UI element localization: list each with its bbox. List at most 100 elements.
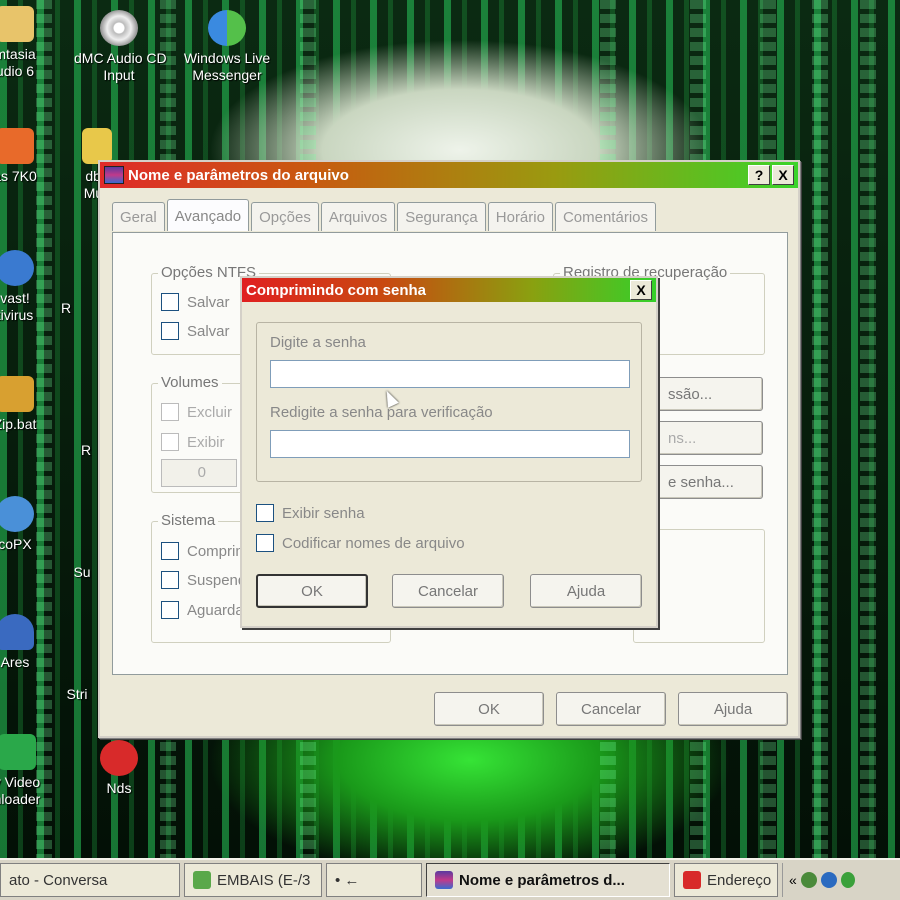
volumes-option-2[interactable]: Exibir [161,433,225,451]
taskbar: ato - Conversa EMBAIS (E-/3 • ← Nome e p… [0,858,900,900]
desktop-icon-label: R [60,300,72,316]
main-titlebar[interactable]: Nome e parâmetros do arquivo ? X [100,162,798,188]
reenter-password-label: Redigite a senha para verificação [270,404,493,421]
taskbar-item-media[interactable]: • ← [326,863,422,897]
taskbar-item-label: Nome e parâmetros d... [459,871,625,889]
checkbox[interactable] [161,403,179,421]
taskbar-item-label: ato - Conversa [9,871,108,889]
desktop-icon-dmc-audio[interactable]: dMC Audio CD Input [74,10,167,84]
desktop-icon-label: Ares [0,654,30,670]
desktop-icon-label: R [80,442,92,458]
checkbox[interactable] [161,571,179,589]
taskbar-item-address[interactable]: Endereço [674,863,778,897]
address-icon [683,871,701,889]
taskbar-item-label: EMBAIS (E-/3 [217,871,311,889]
avast-icon [0,250,34,286]
password-ok-button[interactable]: OK [256,574,368,608]
volumes-option-2-label: Exibir [187,433,225,451]
tab-seguranca[interactable]: Segurança [397,202,486,231]
reenter-password-input[interactable] [270,430,630,458]
tab-arquivos[interactable]: Arquivos [320,202,396,231]
desktop-icon-su[interactable]: Su [62,564,102,581]
desktop-icon-label: Su [73,564,91,580]
volumes-group-label: Volumes [158,374,222,391]
desktop-icon-camtasia[interactable]: mtasia udio 6 [0,6,60,80]
main-dialog-title: Nome e parâmetros do arquivo [128,166,349,184]
desktop-icon-video-downloader[interactable]: y Video nloader [0,734,62,808]
taskbar-item-embais[interactable]: EMBAIS (E-/3 [184,863,322,897]
desktop-icon-stri[interactable]: Stri [52,686,102,703]
enter-password-label: Digite a senha [270,334,366,351]
desktop-icon-label: y Video nloader [0,774,41,807]
system-tray: « [782,863,900,897]
volumes-option-1[interactable]: Excluir [161,403,232,421]
encrypt-names-option[interactable]: Codificar nomes de arquivo [256,534,465,552]
tab-opcoes[interactable]: Opções [251,202,319,231]
desktop-icon-label: Zip.bat [0,416,37,432]
desktop-icon-ares[interactable]: Ares [0,614,60,671]
download-icon [0,734,36,770]
tray-shield-icon[interactable] [800,872,817,888]
close-title-button[interactable]: X [772,165,794,185]
main-cancel-button[interactable]: Cancelar [556,692,666,726]
volumes-option-1-label: Excluir [187,403,233,421]
desktop-icon-copx[interactable]: coPX [0,496,60,553]
encrypt-names-label: Codificar nomes de arquivo [282,534,465,552]
password-cancel-button[interactable]: Cancelar [392,574,504,608]
tab-geral[interactable]: Geral [112,202,165,231]
ares-icon [0,614,34,650]
ntfs-option-2-label: Salvar [187,322,230,340]
ntfs-option-1[interactable]: Salvar [161,293,230,311]
checkbox[interactable] [161,322,179,340]
help-title-button[interactable]: ? [748,165,770,185]
taskbar-item-winrar-dialog[interactable]: Nome e parâmetros d... [426,863,670,897]
desktop-icon-as7k0[interactable]: as 7K0 [0,128,60,185]
nds-icon [100,740,138,776]
desktop-icon-messenger[interactable]: Windows Live Messenger [182,10,272,84]
system-option-3[interactable]: Aguardar [161,601,249,619]
checkbox[interactable] [161,542,179,560]
password-help-button[interactable]: Ajuda [530,574,642,608]
tab-strip: Geral Avançado Opções Arquivos Segurança… [112,199,658,231]
desktop-icon-label: Nds [106,780,132,796]
tab-horario[interactable]: Horário [487,202,553,231]
camtasia-icon [0,6,34,42]
ntfs-option-1-label: Salvar [187,293,230,311]
tray-network-icon[interactable] [820,872,837,888]
tray-messenger-icon[interactable] [840,872,855,888]
password-titlebar[interactable]: Comprimindo com senha X [242,278,656,302]
main-help-button[interactable]: Ajuda [678,692,788,726]
show-password-option[interactable]: Exibir senha [256,504,365,522]
checkbox[interactable] [256,534,274,552]
tab-avancado[interactable]: Avançado [166,199,250,231]
checkbox[interactable] [161,293,179,311]
tab-comentarios[interactable]: Comentários [554,202,656,231]
enter-password-input[interactable] [270,360,630,388]
password-dialog-title: Comprimindo com senha [246,281,427,299]
main-ok-button[interactable]: OK [434,692,544,726]
password-dialog: Comprimindo com senha X Digite a senha R… [240,276,658,628]
tray-expand-icon[interactable]: « [789,872,797,888]
ntfs-option-2[interactable]: Salvar [161,322,230,340]
desktop-icon-label: as 7K0 [0,168,37,184]
password-close-button[interactable]: X [630,280,652,300]
messenger-icon [208,10,246,46]
app-icon [0,128,34,164]
show-password-label: Exibir senha [282,504,365,522]
stepper-value: 0 [197,464,206,481]
checkbox[interactable] [161,601,179,619]
desktop-icon-label: dMC Audio CD Input [74,50,167,83]
checkbox[interactable] [161,433,179,451]
desktop-icon-label: coPX [0,536,32,552]
volume-size-stepper[interactable]: 0 [161,459,237,487]
network-icon [0,496,34,532]
desktop-icon-r1[interactable]: R [46,300,86,317]
folder-icon [82,128,112,164]
desktop-icon-label: vast! tivirus [0,290,34,323]
taskbar-item-conversation[interactable]: ato - Conversa [0,863,180,897]
checkbox[interactable] [256,504,274,522]
desktop-icon-label: Windows Live Messenger [183,50,271,83]
desktop-icon-zipbat[interactable]: Zip.bat [0,376,60,433]
desktop-icon-nds[interactable]: Nds [74,740,164,797]
taskbar-item-label: • ← [335,871,360,889]
